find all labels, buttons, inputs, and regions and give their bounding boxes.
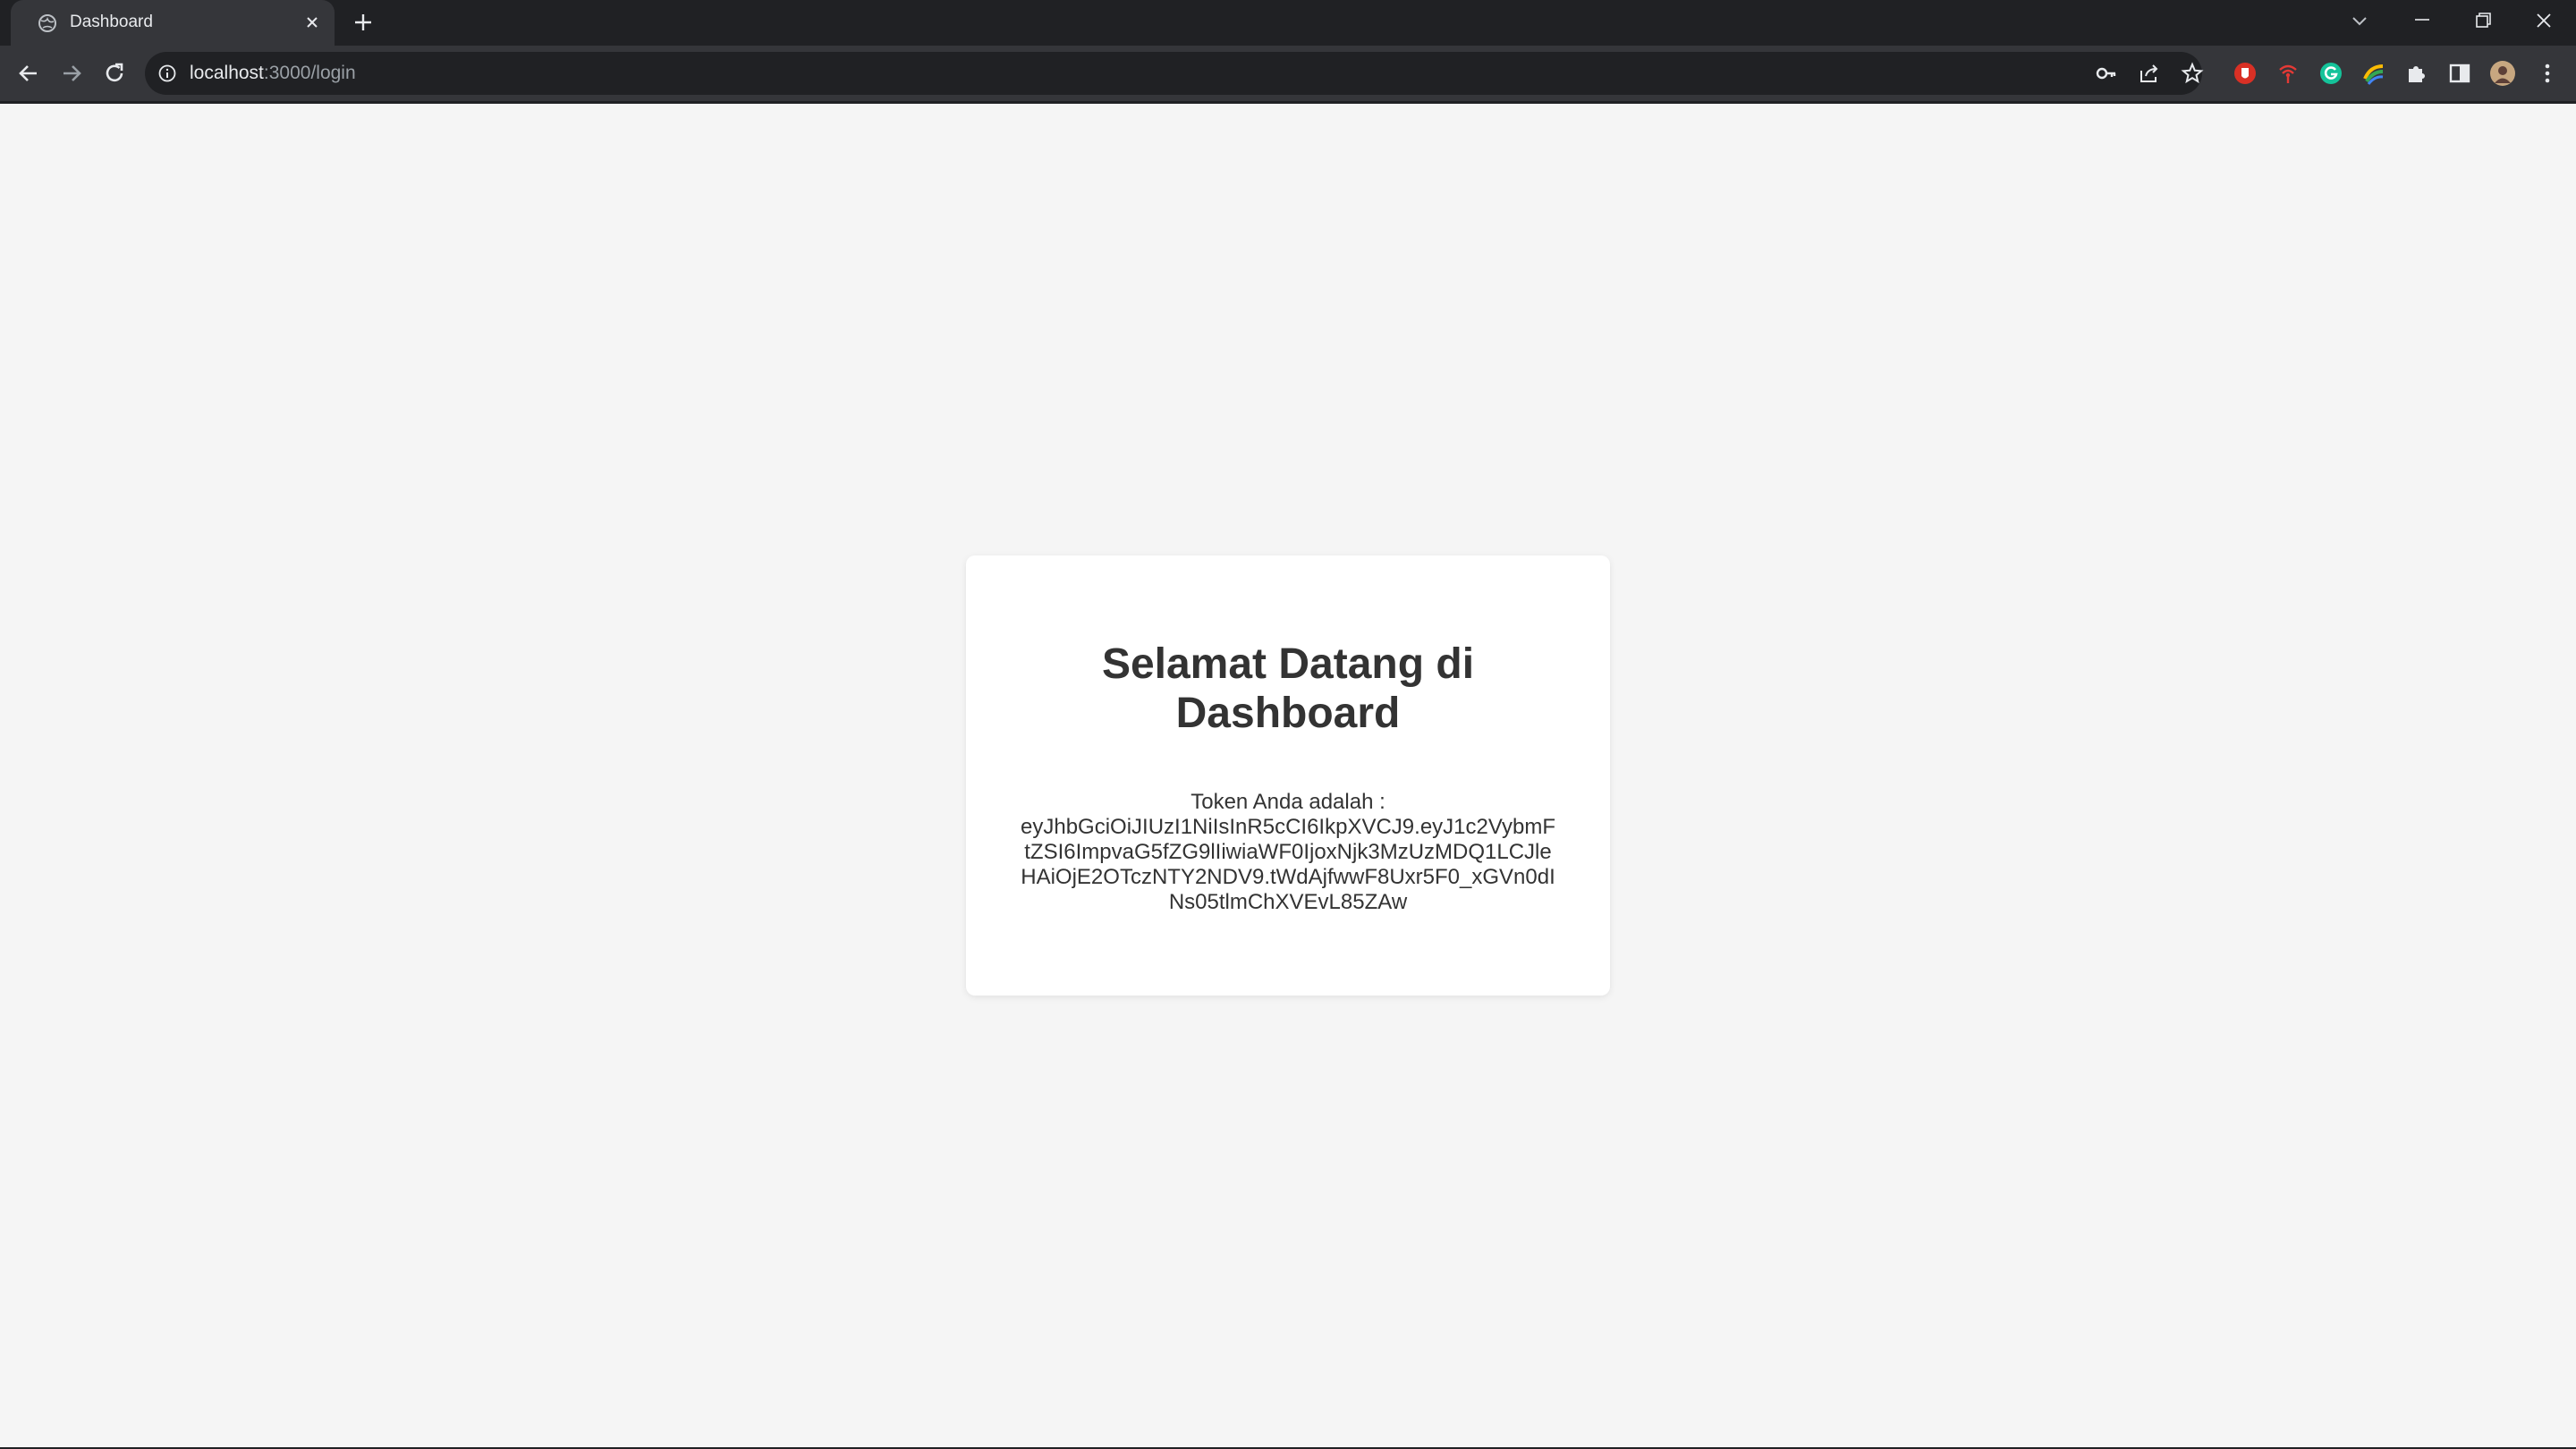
dashboard-card: Selamat Datang di Dashboard Token Anda a… — [966, 555, 1610, 996]
globe-icon — [38, 13, 57, 33]
menu-dots-icon[interactable] — [2535, 61, 2560, 86]
tab-title: Dashboard — [70, 13, 153, 31]
forward-icon[interactable] — [59, 61, 84, 86]
restore-icon[interactable] — [2467, 7, 2499, 36]
address-bar[interactable]: localhost:3000/login — [145, 52, 2204, 95]
color-picker-extension-icon[interactable] — [2361, 61, 2386, 86]
side-panel-icon[interactable] — [2447, 61, 2472, 86]
browser-toolbar: localhost:3000/login — [0, 46, 2576, 101]
new-tab-icon[interactable] — [352, 12, 374, 33]
key-icon[interactable] — [2095, 62, 2118, 85]
browser-window: Dashboard localhost:3000/login Selamat D… — [0, 0, 2576, 1449]
puzzle-extensions-icon[interactable] — [2404, 61, 2429, 86]
reload-icon[interactable] — [102, 61, 127, 86]
minimize-icon[interactable] — [2406, 7, 2438, 36]
page-viewport: Selamat Datang di Dashboard Token Anda a… — [0, 104, 2576, 1447]
url-text[interactable]: localhost:3000/login — [190, 63, 356, 84]
tab-search-icon[interactable] — [2343, 7, 2376, 36]
red-shield-extension-icon[interactable] — [2233, 61, 2258, 86]
tab-dashboard[interactable]: Dashboard — [11, 0, 335, 46]
tab-strip: Dashboard — [0, 0, 2576, 46]
back-icon[interactable] — [16, 61, 41, 86]
profile-avatar[interactable] — [2490, 61, 2515, 86]
page-title: Selamat Datang di Dashboard — [1101, 640, 1475, 737]
red-signal-extension-icon[interactable] — [2275, 61, 2301, 86]
share-icon[interactable] — [2138, 62, 2161, 85]
tab-close-icon[interactable] — [302, 13, 322, 32]
url-path: :3000/login — [263, 63, 356, 83]
token-label: Token Anda adalah : — [1191, 790, 1385, 814]
bookmark-star-icon[interactable] — [2181, 62, 2204, 85]
close-window-icon[interactable] — [2528, 7, 2560, 36]
site-info-icon[interactable] — [157, 64, 177, 83]
token-value: eyJhbGciOiJIUzI1NiIsInR5cCI6IkpXVCJ9.eyJ… — [1021, 815, 1555, 914]
grammarly-icon[interactable] — [2318, 61, 2343, 86]
url-host: localhost — [190, 63, 264, 83]
